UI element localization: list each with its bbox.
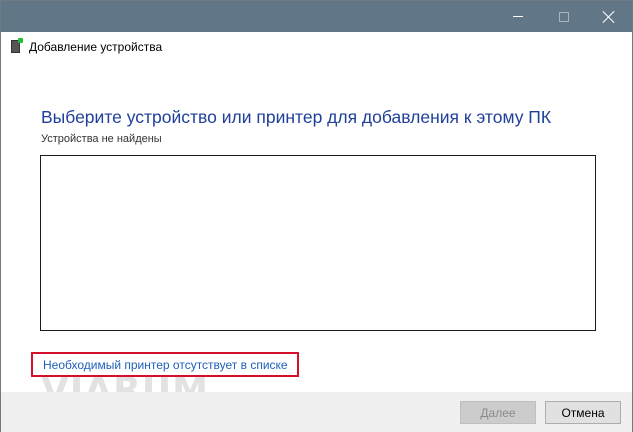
add-device-window: Добавление устройства Выберите устройств… bbox=[0, 0, 633, 432]
cancel-button[interactable]: Отмена bbox=[545, 401, 621, 424]
minimize-icon bbox=[513, 16, 523, 17]
next-button[interactable]: Далее bbox=[460, 401, 536, 424]
device-icon bbox=[11, 38, 23, 53]
dialog-footer: Далее Отмена bbox=[1, 392, 632, 432]
device-list[interactable] bbox=[40, 155, 596, 331]
dialog-title: Добавление устройства bbox=[29, 40, 163, 54]
minimize-button[interactable] bbox=[495, 1, 541, 32]
printer-not-listed-link[interactable]: Необходимый принтер отсутствует в списке bbox=[43, 358, 288, 372]
title-bar[interactable] bbox=[1, 1, 632, 32]
close-button[interactable] bbox=[586, 1, 632, 32]
maximize-button[interactable] bbox=[541, 1, 587, 32]
close-icon bbox=[603, 11, 615, 23]
dialog-header: Добавление устройства bbox=[1, 32, 632, 62]
maximize-icon bbox=[559, 11, 569, 22]
page-heading: Выберите устройство или принтер для доба… bbox=[41, 107, 552, 127]
status-text: Устройства не найдены bbox=[41, 133, 162, 145]
